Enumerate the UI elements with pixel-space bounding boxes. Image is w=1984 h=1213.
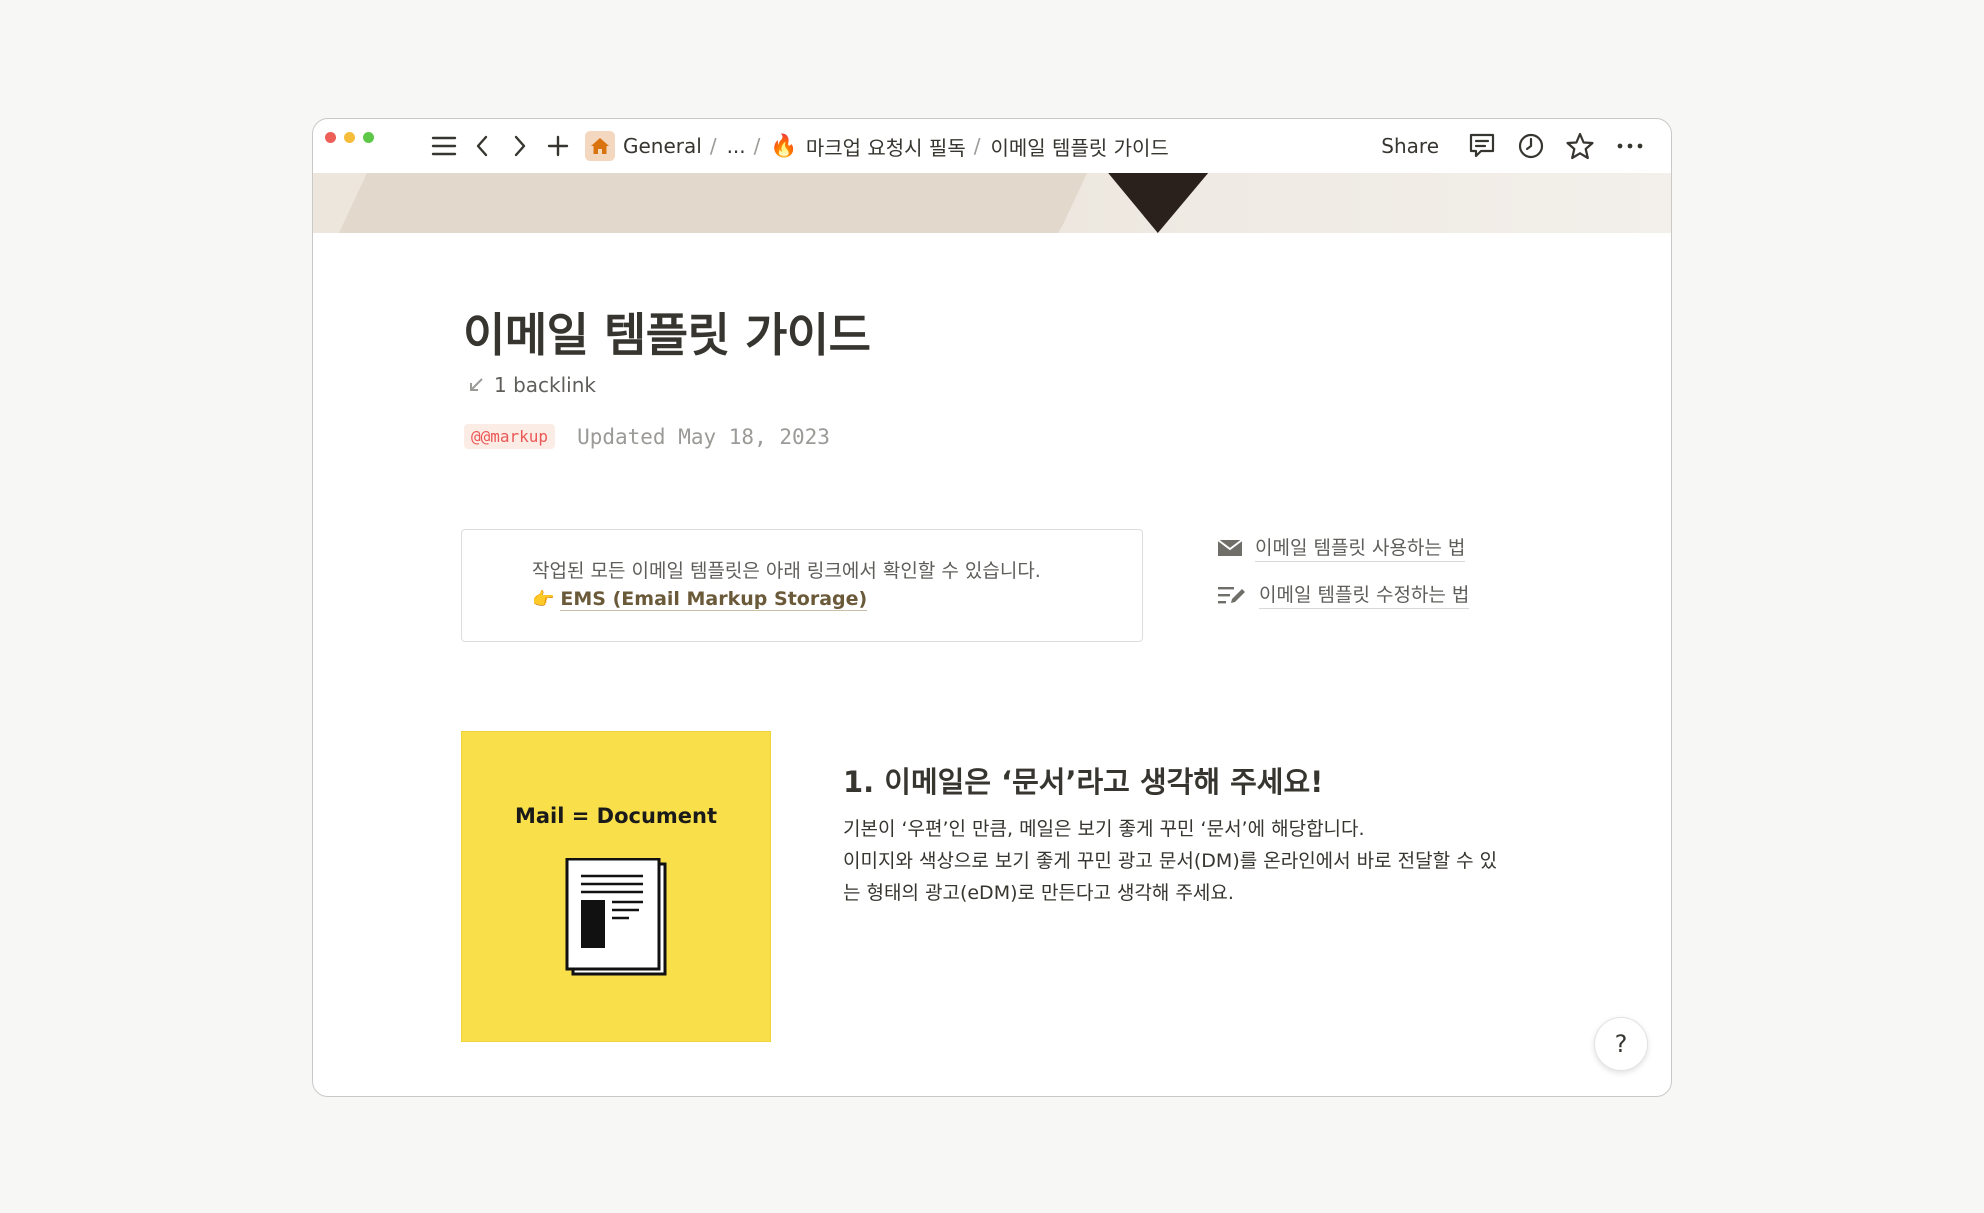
menu-icon[interactable] [425, 129, 463, 163]
top-bar: General / ... / 🔥 마크업 요청시 필독 / 이메일 템플릿 가… [313, 119, 1671, 173]
mail-document-image: Mail = Document [461, 731, 771, 1042]
share-button[interactable]: Share [1381, 134, 1439, 158]
backlink-label: 1 backlink [494, 373, 596, 397]
paragraph-line: 기본이 ‘우편’인 만큼, 메일은 보기 좋게 꾸민 ‘문서’에 해당합니다. [843, 818, 1365, 840]
app-window: General / ... / 🔥 마크업 요청시 필독 / 이메일 템플릿 가… [312, 118, 1672, 1097]
back-icon[interactable] [463, 129, 501, 163]
edit-list-icon [1218, 586, 1245, 603]
backlinks-button[interactable]: 1 backlink [468, 373, 596, 397]
mail-icon [1217, 538, 1243, 556]
page-link-label: 이메일 템플릿 수정하는 법 [1259, 580, 1470, 609]
ems-link[interactable]: EMS (Email Markup Storage) [560, 588, 868, 611]
markup-tag: @@markup [464, 424, 556, 449]
fire-icon: 🔥 [770, 133, 798, 159]
comment-icon[interactable] [1467, 132, 1497, 160]
page-link-how-to-use[interactable]: 이메일 템플릿 사용하는 법 [1217, 533, 1469, 562]
page-title: 이메일 템플릿 가이드 [463, 308, 871, 362]
breadcrumb-item-ellipsis[interactable]: ... [725, 134, 748, 158]
page-meta: @@markup Updated May 18, 2023 [464, 424, 830, 449]
breadcrumb-label: ... [726, 134, 746, 158]
navigation: General / ... / 🔥 마크업 요청시 필독 / 이메일 템플릿 가… [425, 129, 1171, 163]
home-icon [585, 131, 615, 161]
help-button[interactable]: ? [1594, 1017, 1648, 1071]
updated-date: Updated May 18, 2023 [577, 424, 830, 449]
pointing-hand-icon: 👉 [532, 589, 555, 610]
callout-box: 작업된 모든 이메일 템플릿은 아래 링크에서 확인할 수 있습니다. 👉 EM… [461, 529, 1143, 642]
backlink-arrow-icon [470, 378, 483, 391]
paragraph-line: 이미지와 색상으로 보기 좋게 꾸민 광고 문서(DM)를 온라인에서 바로 전… [843, 850, 1498, 872]
paragraph-line: 는 형태의 광고(eDM)로 만든다고 생각해 주세요. [843, 882, 1234, 904]
breadcrumb-item-current[interactable]: 이메일 템플릿 가이드 [988, 132, 1170, 161]
cover-image[interactable] [313, 173, 1671, 233]
forward-icon[interactable] [501, 129, 539, 163]
callout-text: 작업된 모든 이메일 템플릿은 아래 링크에서 확인할 수 있습니다. [532, 560, 1041, 582]
more-icon[interactable] [1615, 132, 1645, 160]
breadcrumb-label: 마크업 요청시 필독 [805, 135, 966, 160]
breadcrumb: General / ... / 🔥 마크업 요청시 필독 / 이메일 템플릿 가… [583, 131, 1171, 161]
document-icon [565, 858, 667, 976]
image-caption: Mail = Document [514, 804, 718, 828]
breadcrumb-label: General [623, 134, 702, 158]
page-actions: Share [1381, 129, 1645, 163]
breadcrumb-item-markup-request[interactable]: 🔥 마크업 요청시 필독 [768, 132, 967, 161]
related-pages: 이메일 템플릿 사용하는 법 이메일 템플릿 수정하는 법 [1217, 533, 1470, 609]
history-icon[interactable] [1517, 132, 1545, 160]
add-icon[interactable] [539, 129, 577, 163]
section-heading: 1. 이메일은 ‘문서’라고 생각해 주세요! [843, 765, 1324, 799]
breadcrumb-item-general[interactable]: General [583, 131, 704, 161]
section-paragraph: 기본이 ‘우편’인 만큼, 메일은 보기 좋게 꾸민 ‘문서’에 해당합니다. … [843, 813, 1543, 909]
page-link-label: 이메일 템플릿 사용하는 법 [1255, 533, 1466, 562]
page-link-how-to-edit[interactable]: 이메일 템플릿 수정하는 법 [1217, 580, 1470, 609]
favorite-icon[interactable] [1565, 132, 1595, 160]
breadcrumb-label: 이메일 템플릿 가이드 [990, 135, 1169, 160]
